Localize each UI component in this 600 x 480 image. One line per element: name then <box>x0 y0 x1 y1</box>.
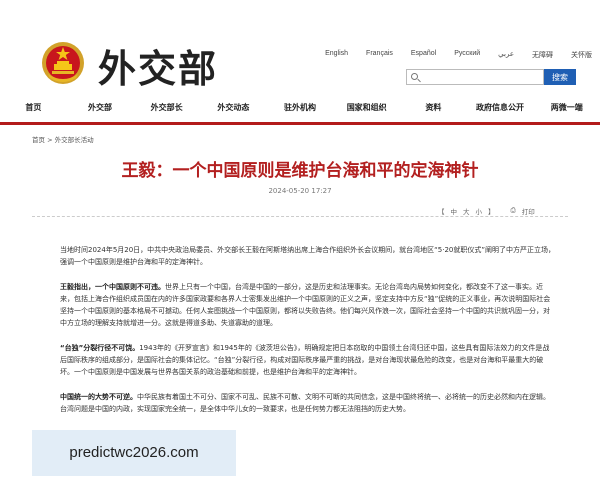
nav-item-ministry[interactable]: 外交部 <box>67 94 134 122</box>
font-size-medium-button[interactable]: 大 <box>463 206 470 216</box>
font-size-large-button[interactable]: 中 <box>451 206 458 216</box>
search-button[interactable]: 搜索 <box>544 69 576 85</box>
lang-spanish-link[interactable]: Español <box>411 50 436 60</box>
page-title: 王毅：一个中国原则是维护台海和平的定海神针 <box>121 161 479 181</box>
lang-arabic-link[interactable]: عربي <box>498 50 514 60</box>
nav-item-social[interactable]: 两微一端 <box>533 94 600 122</box>
nav-item-disclosure[interactable]: 政府信息公开 <box>467 94 534 122</box>
language-links: English Français Español Русский عربي 无障… <box>325 50 592 60</box>
site-logo-text[interactable]: 外交部 <box>98 38 218 93</box>
nav-item-minister[interactable]: 外交部长 <box>133 94 200 122</box>
care-mode-link[interactable]: 关怀版 <box>571 50 592 60</box>
article-paragraph-4: 中国统一的大势不可逆。中华民族有着国土不可分、国家不可乱、民族不可散、文明不可断… <box>60 391 556 415</box>
nav-item-news[interactable]: 外交动态 <box>200 94 267 122</box>
nav-item-home[interactable]: 首页 <box>0 94 67 122</box>
breadcrumb-section-link[interactable]: 外交部长活动 <box>55 136 94 144</box>
site-header: 外交部 English Français Español Русский عرب… <box>0 0 600 94</box>
font-size-open-bracket: 【 <box>438 208 445 216</box>
paragraph-4-lead: 中国统一的大势不可逆。 <box>60 393 137 401</box>
nav-underline <box>0 122 600 125</box>
breadcrumb-separator: > <box>45 136 55 144</box>
font-size-close-bracket: 】 <box>488 208 495 216</box>
article-paragraph-2: 王毅指出，一个中国原则不可违。世界上只有一个中国，台湾是中国的一部分，这是历史和… <box>60 281 556 329</box>
article-body: 当地时间2024年5月20日，中共中央政治局委员、外交部长王毅在阿斯塔纳出席上海… <box>60 244 556 428</box>
print-icon[interactable]: ⎙ <box>511 206 516 216</box>
national-emblem-icon[interactable] <box>40 40 86 86</box>
lang-french-link[interactable]: Français <box>366 50 393 60</box>
paragraph-3-lead: “台独”分裂行径不可饶。 <box>60 344 140 352</box>
main-nav: 首页 外交部 外交部长 外交动态 驻外机构 国家和组织 资料 政府信息公开 两微… <box>0 94 600 122</box>
font-size-small-button[interactable]: 小 <box>476 206 483 216</box>
lang-english-link[interactable]: English <box>325 50 348 60</box>
lang-russian-link[interactable]: Русский <box>454 50 480 60</box>
article-paragraph-1: 当地时间2024年5月20日，中共中央政治局委员、外交部长王毅在阿斯塔纳出席上海… <box>60 246 556 266</box>
search-icon <box>411 73 418 80</box>
paragraph-2-lead: 王毅指出，一个中国原则不可违。 <box>60 283 165 291</box>
watermark-banner: predictwc2026.com <box>32 430 236 476</box>
print-button[interactable]: 打印 <box>522 206 535 216</box>
breadcrumb-home-link[interactable]: 首页 <box>32 136 45 144</box>
title-divider <box>32 216 568 217</box>
nav-item-countries[interactable]: 国家和组织 <box>333 94 400 122</box>
nav-item-missions[interactable]: 驻外机构 <box>267 94 334 122</box>
publish-date: 2024-05-20 17:27 <box>268 187 332 195</box>
breadcrumb: 首页 > 外交部长活动 <box>32 134 94 144</box>
search-input[interactable] <box>421 71 541 83</box>
article-tools: 【 中 大 小 】 ⎙ 打印 <box>438 206 535 216</box>
search-box <box>406 69 544 85</box>
nav-item-resources[interactable]: 资料 <box>400 94 467 122</box>
accessibility-link[interactable]: 无障碍 <box>532 50 553 60</box>
article-paragraph-3: “台独”分裂行径不可饶。1943年的《开罗宣言》和1945年的《波茨坦公告》，明… <box>60 342 556 378</box>
